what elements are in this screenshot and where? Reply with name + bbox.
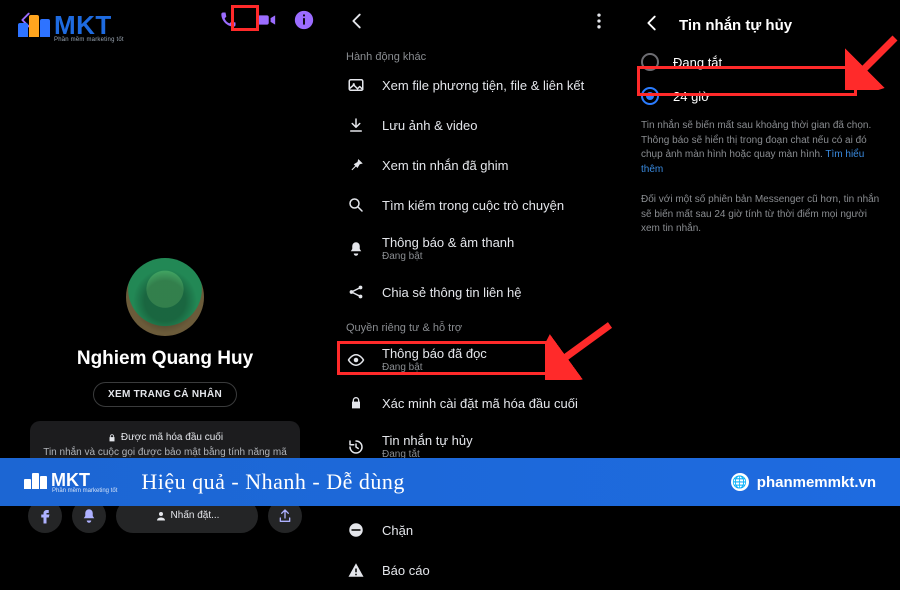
- page-title: Tin nhắn tự hủy: [679, 17, 792, 34]
- brand-name: MKT: [54, 10, 112, 40]
- brand-logo-overlay: MKT Phần mềm marketing tốt: [18, 10, 124, 43]
- annotation-highlight-disappearing-row: [337, 341, 555, 375]
- history-icon: [346, 437, 366, 457]
- section-heading-more-actions: Hành động khác: [330, 41, 625, 65]
- brand-site[interactable]: 🌐 phanmemmkt.vn: [731, 473, 876, 491]
- contact-name: Nghiem Quang Huy: [0, 348, 330, 370]
- row-search-in-conversation[interactable]: Tìm kiếm trong cuộc trò chuyện: [336, 185, 619, 225]
- annotation-arrow-to-radio: [845, 30, 900, 90]
- image-icon: [346, 75, 366, 95]
- brand-sub: Phần mềm marketing tốt: [18, 37, 124, 43]
- disappearing-note-2: Đối với một số phiên bản Messenger cũ hơ…: [625, 187, 900, 237]
- disappearing-note-1: Tin nhắn sẽ biến mất sau khoảng thời gia…: [625, 113, 900, 177]
- download-icon: [346, 115, 366, 135]
- row-block[interactable]: Chặn: [336, 510, 619, 550]
- avatar[interactable]: [126, 258, 204, 336]
- settings-header: [330, 0, 625, 41]
- panel-chat-settings: Hành động khác Xem file phương tiện, fil…: [330, 0, 625, 506]
- alert-icon: [346, 560, 366, 580]
- bell-icon: [346, 239, 366, 259]
- more-icon[interactable]: [589, 11, 609, 36]
- block-icon: [346, 520, 366, 540]
- row-pinned-messages[interactable]: Xem tin nhắn đã ghim: [336, 145, 619, 185]
- brand-tagline: Hiệu quả - Nhanh - Dễ dùng: [141, 469, 405, 495]
- info-icon[interactable]: [292, 8, 316, 32]
- globe-icon: 🌐: [731, 473, 749, 491]
- view-profile-button[interactable]: XEM TRANG CÁ NHÂN: [93, 382, 237, 407]
- row-notifications-sounds[interactable]: Thông báo & âm thanhĐang bật: [336, 225, 619, 272]
- lock-icon: [107, 433, 117, 443]
- search-icon: [346, 195, 366, 215]
- lock-icon: [346, 393, 366, 413]
- pin-icon: [346, 155, 366, 175]
- annotation-highlight-info-icon: [231, 5, 259, 31]
- row-share-contact[interactable]: Chia sẻ thông tin liên hệ: [336, 272, 619, 312]
- row-report[interactable]: Báo cáo: [336, 550, 619, 590]
- row-verify-encryption[interactable]: Xác minh cài đặt mã hóa đầu cuối: [336, 383, 619, 423]
- brand-logo-footer: MKT Phần mềm marketing tốt: [24, 470, 117, 494]
- back-icon[interactable]: [346, 10, 368, 37]
- brand-footer-banner: MKT Phần mềm marketing tốt Hiệu quả - Nh…: [0, 458, 900, 506]
- share-icon: [346, 282, 366, 302]
- annotation-arrow-to-row: [545, 320, 615, 380]
- encryption-title: Được mã hóa đầu cuối: [121, 431, 223, 446]
- panel-chat-profile: MKT Phần mềm marketing tốt Nghiem Quang …: [0, 0, 330, 506]
- back-icon[interactable]: [641, 12, 663, 39]
- person-icon: [155, 510, 167, 522]
- annotation-highlight-24h-option: [637, 66, 857, 96]
- row-media-files-links[interactable]: Xem file phương tiện, file & liên kết: [336, 65, 619, 105]
- row-save-media[interactable]: Lưu ảnh & video: [336, 105, 619, 145]
